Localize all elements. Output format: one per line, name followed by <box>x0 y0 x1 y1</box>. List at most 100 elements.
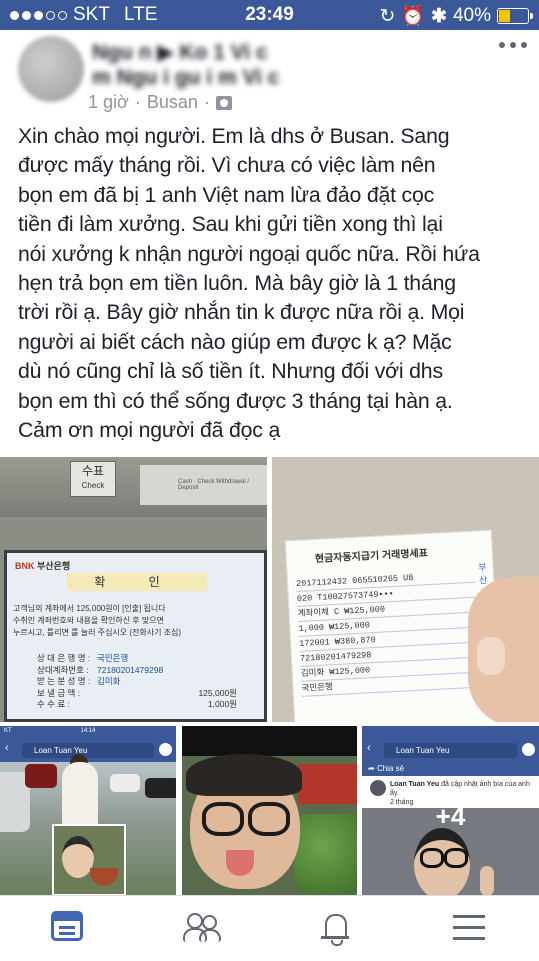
bank-logo: BNK 부산은행 <box>15 559 70 572</box>
tab-menu[interactable] <box>453 911 493 945</box>
tab-news-feed[interactable] <box>47 911 87 945</box>
row-key: 보 낼 금 액 : <box>37 687 81 698</box>
author-avatar[interactable] <box>18 36 84 102</box>
notifications-icon <box>318 911 352 946</box>
row-key: 상 대 은 행 명 : <box>37 653 91 663</box>
post-text-line: Cảm ơn mọi người đã đọc ạ <box>18 418 281 443</box>
mini-search-bar: Loan Tuan Yeu <box>384 743 517 758</box>
row-value: 125,000원 <box>198 687 237 698</box>
share-label: Chia sẻ <box>376 764 405 773</box>
atm-display: BNK 부산은행 확 인 고객님의 계좌에서 125,000원이 [인출] 됩니… <box>4 550 267 722</box>
glasses-right <box>444 848 468 868</box>
glasses-right <box>248 802 290 836</box>
row-value: 국민은행 <box>97 653 129 663</box>
messenger-icon <box>522 743 535 756</box>
table-row: 보 낼 금 액 : 125,000원 <box>37 688 237 700</box>
post-text-line: trời rồi ạ. Bây giờ nhắn tin k được nữa … <box>18 300 465 325</box>
bottom-tab-bar <box>0 895 539 961</box>
table-row: 받 는 분 성 명 : 김미화 <box>37 676 237 688</box>
atm-label-sub: Check <box>81 481 105 490</box>
row-key: 상대계좌번호 : <box>37 664 89 675</box>
post-location[interactable]: Busan <box>147 92 198 113</box>
photo-selfie[interactable] <box>182 726 357 895</box>
post-text-line: người ai biết cách nào giúp em được k ạ?… <box>18 329 452 354</box>
post-time[interactable]: 1 giờ <box>88 92 129 113</box>
atm-sign: Cash · Check Withdrawal / Deposit <box>140 465 267 505</box>
mini-header: ‹ Loan Tuan Yeu <box>362 740 539 762</box>
group-name[interactable]: m Ngu i gu i m Vi c <box>92 66 279 90</box>
thumb-image <box>477 637 505 675</box>
tab-friends[interactable] <box>183 911 223 945</box>
more-photos-count[interactable]: +4 <box>362 801 539 832</box>
atm-message-line: 수취인 계좌번호와 내용을 확인하신 후 맞으면 <box>13 616 164 625</box>
feed-avatar <box>370 780 386 796</box>
table-row: 상 대 은 행 명 : 국민은행 <box>37 653 237 665</box>
post-text-line: Xin chào mọi người. Em là dhs ở Busan. S… <box>18 124 450 148</box>
post-body: Xin chào mọi người. Em là dhs ở Busan. S… <box>18 122 528 445</box>
rotation-lock-icon: ↻ <box>379 5 396 27</box>
row-value: 72180201479298 <box>97 664 164 675</box>
glasses-left <box>202 802 244 836</box>
meta-separator: · <box>203 92 210 112</box>
status-right: ↻ ⏰ ✱ 40% <box>379 4 533 28</box>
car-image <box>145 778 176 798</box>
photo-top-band <box>182 726 357 756</box>
menu-icon <box>453 915 485 941</box>
background-object <box>298 764 357 804</box>
post-text-line: dù nó cũng chỉ là số tiền ít. Nhưng đối … <box>18 359 443 384</box>
photo-atm-screen[interactable]: 수표 Check Cash · Check Withdrawal / Depos… <box>0 457 267 722</box>
mini-status-bar <box>362 726 539 740</box>
glasses-left <box>420 848 444 868</box>
photo-receipt[interactable]: 현금자동지급기 거래명세표 2017112432 065510265 U8 02… <box>272 457 539 722</box>
photo-feed-screenshot[interactable]: ‹ Loan Tuan Yeu ➦ Chia sẻ Loan Tuan Yeu … <box>362 726 539 895</box>
receipt-title: 현금자동지급기 거래명세표 <box>314 548 429 566</box>
atm-label-main: 수표 <box>81 464 105 478</box>
post-text-line: bọn em đã bị 1 anh Việt nam lừa đảo đặt … <box>18 182 435 207</box>
car-image <box>110 774 140 792</box>
back-arrow-icon: ‹ <box>367 742 371 754</box>
bluetooth-icon: ✱ <box>431 5 447 27</box>
profile-picture <box>52 824 126 895</box>
tab-notifications[interactable] <box>318 911 358 946</box>
receipt-lines: 2017112432 065510265 U8 020 T10027573749… <box>295 567 482 697</box>
battery-percent: 40% <box>452 5 491 26</box>
table-row: 상대계좌번호 : 72180201479298 <box>37 665 237 677</box>
food-bowl-image <box>90 868 118 886</box>
table-row: 수 수 료 : 1,000원 <box>37 699 237 711</box>
news-feed-icon <box>51 911 83 941</box>
atm-check-label: 수표 Check <box>70 461 116 497</box>
back-arrow-icon: ‹ <box>5 742 9 754</box>
post-text-line: tiền đi làm xưởng. Sau khi gửi tiền xong… <box>18 212 443 237</box>
meta-separator: · <box>134 92 141 112</box>
row-key: 받 는 분 성 명 : <box>37 676 91 686</box>
post-meta: 1 giờ · Busan · <box>88 92 232 113</box>
mini-search-bar: Loan Tuan Yeu <box>22 743 154 758</box>
post-text-line: được mấy tháng rồi. Vì chưa có việc làm … <box>18 153 436 178</box>
author-name[interactable]: Ngu n ▶ Ko 1 Vi c <box>92 40 268 65</box>
photo-profile-screenshot[interactable]: KT 14:14 ‹ Loan Tuan Yeu <box>0 726 176 895</box>
messenger-icon <box>159 743 172 756</box>
post-header: Ngu n ▶ Ko 1 Vi c m Ngu i gu i m Vi c 1 … <box>0 30 539 120</box>
more-options-icon[interactable] <box>499 42 527 48</box>
post-text-line: nói xưởng k nhận người ngoại quốc nữa. R… <box>18 241 480 266</box>
mini-time: 14:14 <box>80 728 96 734</box>
share-icon: ➦ <box>368 764 377 773</box>
row-value: 김미화 <box>97 676 121 686</box>
hair-image <box>186 754 302 796</box>
thumbs-up-hand <box>480 866 494 895</box>
atm-message-line: 고객님의 계좌에서 125,000원이 [인출] 됩니다 <box>13 604 166 613</box>
car-image <box>25 764 57 788</box>
alarm-icon: ⏰ <box>401 6 426 27</box>
bank-brand: BNK <box>15 561 35 571</box>
feed-name: Loan Tuan Yeu <box>390 781 440 788</box>
mini-header: ‹ Loan Tuan Yeu <box>0 740 176 762</box>
row-key: 수 수 료 : <box>37 699 70 709</box>
battery-icon <box>497 8 533 24</box>
status-bar: SKT LTE 23:49 ↻ ⏰ ✱ 40% <box>0 0 539 30</box>
atm-message-line: 누르시고, 틀리면 를 눌러 주십시오 (전화사기 조심) <box>13 628 182 637</box>
share-bar: ➦ Chia sẻ <box>362 762 539 776</box>
row-value: 1,000원 <box>207 699 237 709</box>
atm-transfer-table: 상 대 은 행 명 : 국민은행 상대계좌번호 : 72180201479298 받… <box>37 653 237 711</box>
atm-title: 확 인 <box>67 573 207 591</box>
bank-name: 부산은행 <box>37 561 71 571</box>
